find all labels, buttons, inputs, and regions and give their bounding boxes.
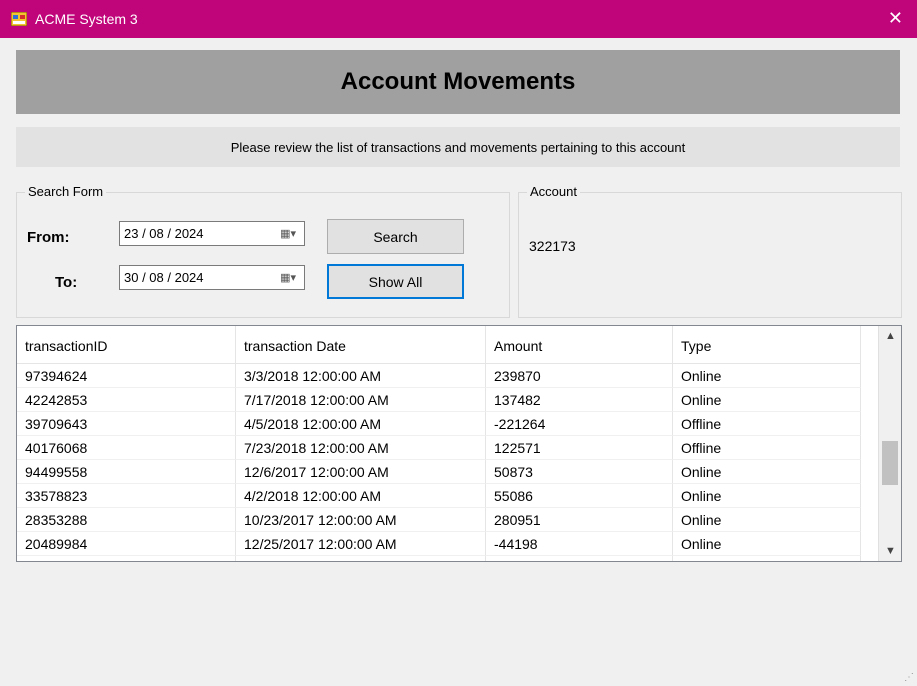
table-cell[interactable]: 239870: [486, 364, 673, 388]
table-cell[interactable]: 33578823: [17, 484, 236, 508]
calendar-dropdown-icon[interactable]: ▦▾: [280, 227, 296, 240]
table-cell[interactable]: -44198: [486, 532, 673, 556]
table-cell[interactable]: 39709643: [17, 412, 236, 436]
table-cell[interactable]: Online: [673, 388, 861, 412]
page-title: Account Movements: [340, 68, 576, 95]
table-row[interactable]: 42242853 7/17/2018 12:00:00 AM 137482 Onlin…: [17, 388, 877, 412]
table-cell[interactable]: 7/3/2018 12:00:00 AM: [236, 556, 486, 561]
table-cell[interactable]: 20489984: [17, 532, 236, 556]
from-date-picker[interactable]: 23 / 08 / 2024 ▦▾: [119, 221, 305, 246]
table-cell[interactable]: 28353288: [17, 508, 236, 532]
table-cell[interactable]: 94499558: [17, 460, 236, 484]
table-row[interactable]: 460858607/3/2018 12:00:00 AM26205Offline: [17, 556, 877, 561]
table-cell[interactable]: 10/23/2017 12:00:00 AM: [236, 508, 486, 532]
table-cell[interactable]: Offline: [673, 436, 861, 460]
form-icon: [11, 12, 27, 26]
table-row[interactable]: 40176068 7/23/2018 12:00:00 AM 122571 Offli…: [17, 436, 877, 460]
table-cell[interactable]: 55086: [486, 484, 673, 508]
instructions-banner: Please review the list of transactions a…: [16, 127, 900, 167]
table-cell[interactable]: Online: [673, 364, 861, 388]
column-header[interactable]: transaction Date: [236, 326, 486, 364]
table-cell[interactable]: 26205: [486, 556, 673, 561]
resize-grip-icon[interactable]: ⋰: [904, 672, 914, 683]
column-header[interactable]: transactionID: [17, 326, 236, 364]
account-legend: Account: [527, 184, 580, 199]
table-cell[interactable]: 12/25/2017 12:00:00 AM: [236, 532, 486, 556]
page-header: Account Movements: [16, 50, 900, 114]
scroll-up-icon[interactable]: ▲: [885, 330, 896, 342]
table-cell[interactable]: 46085860: [17, 556, 236, 561]
search-form-legend: Search Form: [25, 184, 107, 199]
table-cell[interactable]: 50873: [486, 460, 673, 484]
search-button[interactable]: Search: [327, 219, 464, 254]
table-row[interactable]: 39709643 4/5/2018 12:00:00 AM -221264 Offli…: [17, 412, 877, 436]
table-cell[interactable]: Offline: [673, 556, 861, 561]
instructions-text: Please review the list of transactions a…: [230, 139, 686, 155]
transactions-grid[interactable]: transactionID transaction Date Amount Type 9…: [16, 325, 902, 562]
close-icon[interactable]: ✕: [888, 8, 903, 29]
table-cell[interactable]: 3/3/2018 12:00:00 AM: [236, 364, 486, 388]
table-row[interactable]: 97394624 3/3/2018 12:00:00 AM 239870 Online: [17, 364, 877, 388]
table-cell[interactable]: 280951: [486, 508, 673, 532]
window-title: ACME System 3: [35, 11, 138, 27]
table-cell[interactable]: 40176068: [17, 436, 236, 460]
search-form-group: Search Form From: 23 / 08 / 2024 ▦▾ To: …: [16, 184, 510, 318]
calendar-dropdown-icon[interactable]: ▦▾: [280, 271, 296, 284]
vertical-scrollbar[interactable]: ▲ ▼: [878, 326, 901, 561]
table-cell[interactable]: Online: [673, 508, 861, 532]
table-cell[interactable]: 122571: [486, 436, 673, 460]
account-group: Account 322173: [518, 184, 902, 318]
table-row[interactable]: 28353288 10/23/2017 12:00:00 AM 280951 Onli…: [17, 508, 877, 532]
table-cell[interactable]: Offline: [673, 412, 861, 436]
table-cell[interactable]: 4/5/2018 12:00:00 AM: [236, 412, 486, 436]
to-date-value: 30 / 08 / 2024: [124, 270, 204, 285]
column-header[interactable]: Type: [673, 326, 861, 364]
column-header[interactable]: Amount: [486, 326, 673, 364]
table-cell[interactable]: -221264: [486, 412, 673, 436]
table-cell[interactable]: 4/2/2018 12:00:00 AM: [236, 484, 486, 508]
table-row[interactable]: 94499558 12/6/2017 12:00:00 AM 50873 Online: [17, 460, 877, 484]
title-bar: ACME System 3 ✕: [0, 0, 917, 38]
table-row[interactable]: 20489984 12/25/2017 12:00:00 AM -44198 Onli…: [17, 532, 877, 556]
from-label: From:: [27, 229, 70, 246]
scrollbar-thumb[interactable]: [882, 441, 898, 485]
table-cell[interactable]: Online: [673, 460, 861, 484]
table-cell[interactable]: 12/6/2017 12:00:00 AM: [236, 460, 486, 484]
table-cell[interactable]: 97394624: [17, 364, 236, 388]
table-cell[interactable]: Online: [673, 532, 861, 556]
to-date-picker[interactable]: 30 / 08 / 2024 ▦▾: [119, 265, 305, 290]
table-cell[interactable]: 7/17/2018 12:00:00 AM: [236, 388, 486, 412]
show-all-button[interactable]: Show All: [327, 264, 464, 299]
to-label: To:: [55, 274, 78, 291]
table-row[interactable]: 33578823 4/2/2018 12:00:00 AM 55086 Online: [17, 484, 877, 508]
scroll-down-icon[interactable]: ▼: [885, 545, 896, 557]
table-cell[interactable]: Online: [673, 484, 861, 508]
from-date-value: 23 / 08 / 2024: [124, 226, 204, 241]
table-cell[interactable]: 7/23/2018 12:00:00 AM: [236, 436, 486, 460]
table-cell[interactable]: 42242853: [17, 388, 236, 412]
table-cell[interactable]: 137482: [486, 388, 673, 412]
account-number: 322173: [529, 238, 576, 254]
